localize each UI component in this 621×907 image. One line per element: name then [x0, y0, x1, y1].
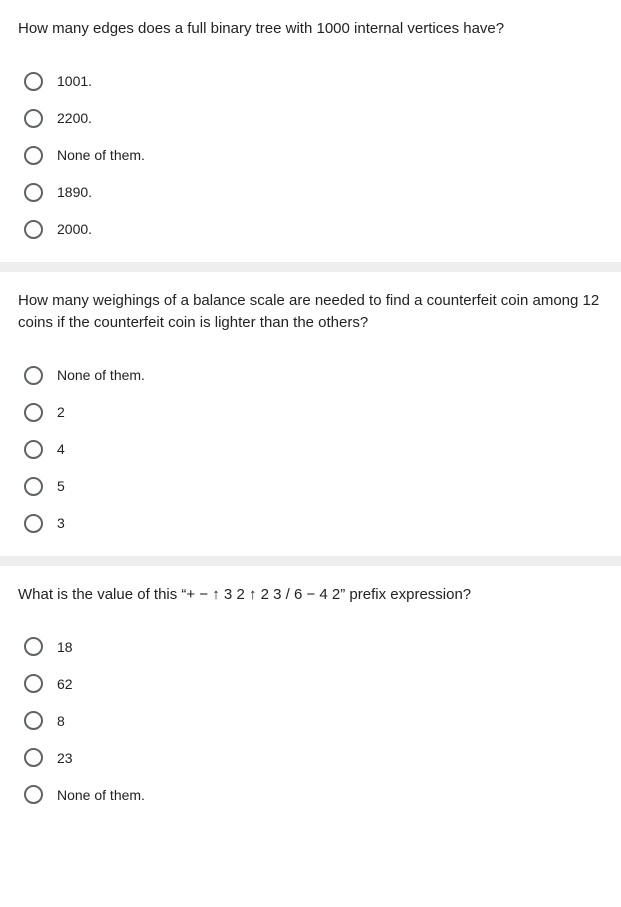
radio-icon: [24, 220, 43, 239]
radio-icon: [24, 109, 43, 128]
radio-option[interactable]: 8: [18, 702, 603, 739]
radio-icon: [24, 146, 43, 165]
radio-option[interactable]: None of them.: [18, 357, 603, 394]
radio-icon: [24, 366, 43, 385]
option-label: 62: [57, 676, 73, 692]
question-prompt: How many weighings of a balance scale ar…: [18, 290, 603, 335]
radio-icon: [24, 785, 43, 804]
radio-icon: [24, 674, 43, 693]
option-label: 8: [57, 713, 65, 729]
radio-option[interactable]: 2000.: [18, 211, 603, 248]
option-label: 5: [57, 478, 65, 494]
radio-option[interactable]: 1890.: [18, 174, 603, 211]
question-prompt: What is the value of this “+ − ↑ 3 2 ↑ 2…: [18, 584, 603, 607]
radio-icon: [24, 477, 43, 496]
radio-icon: [24, 748, 43, 767]
separator: [0, 262, 621, 272]
question-block-3: What is the value of this “+ − ↑ 3 2 ↑ 2…: [0, 566, 621, 828]
question-block-1: How many edges does a full binary tree w…: [0, 0, 621, 262]
option-label: 2200.: [57, 110, 92, 126]
radio-option[interactable]: 2: [18, 394, 603, 431]
option-label: 1001.: [57, 73, 92, 89]
question-block-2: How many weighings of a balance scale ar…: [0, 272, 621, 556]
radio-icon: [24, 183, 43, 202]
radio-option[interactable]: 4: [18, 431, 603, 468]
option-label: 3: [57, 515, 65, 531]
radio-option[interactable]: None of them.: [18, 776, 603, 813]
option-label: 18: [57, 639, 73, 655]
radio-option[interactable]: 23: [18, 739, 603, 776]
radio-icon: [24, 440, 43, 459]
option-label: 2000.: [57, 221, 92, 237]
radio-option[interactable]: 18: [18, 628, 603, 665]
option-label: 2: [57, 404, 65, 420]
options-group: None of them. 2 4 5 3: [18, 357, 603, 542]
radio-option[interactable]: 5: [18, 468, 603, 505]
option-label: 23: [57, 750, 73, 766]
option-label: None of them.: [57, 787, 145, 803]
radio-option[interactable]: 62: [18, 665, 603, 702]
radio-icon: [24, 72, 43, 91]
radio-option[interactable]: 3: [18, 505, 603, 542]
option-label: 1890.: [57, 184, 92, 200]
option-label: None of them.: [57, 367, 145, 383]
radio-icon: [24, 637, 43, 656]
radio-option[interactable]: 2200.: [18, 100, 603, 137]
radio-option[interactable]: None of them.: [18, 137, 603, 174]
question-prompt: How many edges does a full binary tree w…: [18, 18, 603, 41]
options-group: 18 62 8 23 None of them.: [18, 628, 603, 813]
option-label: None of them.: [57, 147, 145, 163]
radio-icon: [24, 403, 43, 422]
radio-icon: [24, 514, 43, 533]
options-group: 1001. 2200. None of them. 1890. 2000.: [18, 63, 603, 248]
radio-icon: [24, 711, 43, 730]
separator: [0, 556, 621, 566]
radio-option[interactable]: 1001.: [18, 63, 603, 100]
option-label: 4: [57, 441, 65, 457]
